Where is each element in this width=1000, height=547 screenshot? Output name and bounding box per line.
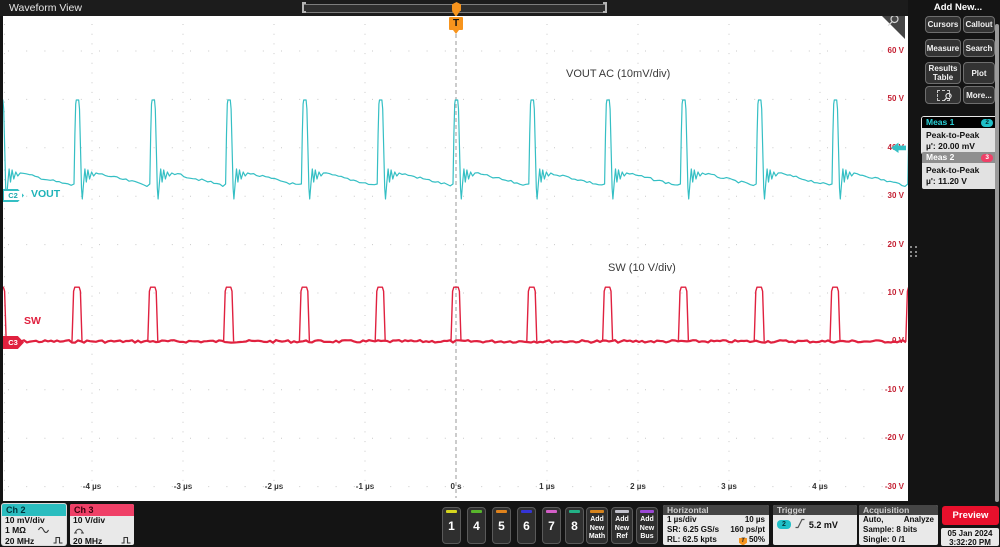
time-text: 3:32:20 PM bbox=[949, 538, 991, 547]
trigger-source-badge: 2 bbox=[777, 520, 791, 529]
rising-edge-icon bbox=[795, 518, 805, 531]
datetime-display: 05 Jan 2024 3:32:20 PM bbox=[941, 528, 999, 547]
horizontal-scale: 1 µs/div bbox=[667, 515, 697, 524]
measure-button[interactable]: Measure bbox=[925, 39, 961, 57]
ch3-scale: 10 V/div bbox=[73, 515, 106, 525]
record-length: RL: 62.5 kpts bbox=[667, 535, 717, 545]
add-new-bus-button[interactable]: Add New Bus bbox=[636, 507, 658, 544]
waveform-canvas[interactable] bbox=[3, 16, 908, 501]
channel-5-button[interactable]: 5 bbox=[492, 507, 511, 544]
measurement-badge-meas2[interactable]: Meas 2 3 Peak-to-Peak µ': 11.20 V bbox=[922, 152, 997, 189]
trigger-level: 5.2 mV bbox=[808, 519, 838, 530]
callout-button[interactable]: Callout bbox=[963, 16, 995, 33]
trigger-flag[interactable]: T bbox=[449, 17, 463, 34]
acquisition-mode: Auto, bbox=[863, 515, 884, 524]
overview-left-bracket-icon[interactable] bbox=[302, 2, 306, 13]
meas2-value: µ': 11.20 V bbox=[926, 175, 967, 186]
sw-trace-label: SW bbox=[24, 315, 41, 327]
plot-button[interactable]: Plot bbox=[963, 62, 995, 84]
oscilloscope-app: Waveform View 60 V 50 V 40 V 30 V 20 V 1… bbox=[0, 0, 1000, 547]
trigger-level-arrow-icon bbox=[891, 142, 906, 153]
ch3-bandwidth: 20 MHz bbox=[73, 535, 103, 545]
acquisition-title: Acquisition bbox=[859, 505, 938, 515]
trigger-badge[interactable]: Trigger 2 5.2 mV bbox=[773, 505, 857, 545]
meas1-name: Meas 1 bbox=[926, 117, 955, 127]
panel-divider-grip[interactable] bbox=[910, 246, 917, 257]
overview-right-bracket-icon[interactable] bbox=[603, 2, 607, 13]
ac-sine-icon bbox=[38, 526, 49, 537]
date-text: 05 Jan 2024 bbox=[947, 529, 993, 538]
acquisition-analyze: Analyze bbox=[903, 515, 934, 524]
acquisition-badge[interactable]: Acquisition Auto, Analyze Sample: 8 bits… bbox=[859, 505, 938, 545]
more-button[interactable]: More... bbox=[963, 86, 995, 104]
meas2-type: Peak-to-Peak bbox=[926, 165, 980, 175]
measurement-badge-meas1[interactable]: Meas 1 2 Peak-to-Peak µ': 20.00 mV bbox=[922, 117, 997, 154]
channel-1-button[interactable]: 1 bbox=[442, 507, 461, 544]
trigger-title: Trigger bbox=[773, 505, 857, 515]
acquisition-single: Single: 0 /1 bbox=[863, 534, 906, 544]
channel-4-button[interactable]: 4 bbox=[467, 507, 486, 544]
waveform-plot[interactable]: 60 V 50 V 40 V 30 V 20 V 10 V 0 V -10 V … bbox=[3, 16, 908, 501]
results-table-button[interactable]: Results Table bbox=[925, 62, 961, 84]
bottom-bar: Ch 2 10 mV/div 1 MΩ 20 MHz Ch 3 10 V/div bbox=[0, 502, 1000, 547]
add-new-header: Add New... bbox=[933, 2, 983, 13]
add-new-math-button[interactable]: Add New Math bbox=[586, 507, 608, 544]
channel-7-button[interactable]: 7 bbox=[542, 507, 561, 544]
search-button[interactable]: Search bbox=[963, 39, 995, 57]
resolution: 160 ps/pt bbox=[730, 524, 765, 534]
sidebar-scrollbar[interactable] bbox=[995, 24, 999, 502]
meas1-type: Peak-to-Peak bbox=[926, 130, 980, 140]
horizontal-badge[interactable]: Horizontal 1 µs/div 10 µs SR: 6.25 GS/s … bbox=[663, 505, 769, 545]
channel-badge-ch3[interactable]: Ch 3 10 V/div 20 MHz bbox=[70, 504, 134, 545]
ch2-impedance: 1 MΩ bbox=[5, 525, 26, 535]
acquisition-sample: Sample: 8 bits bbox=[863, 524, 918, 534]
meas2-source-badge: 3 bbox=[981, 153, 993, 162]
zoom-overlay-icon bbox=[936, 89, 952, 101]
preview-button[interactable]: Preview bbox=[942, 506, 999, 525]
trigger-position-icon: T bbox=[738, 537, 747, 545]
channel-8-button[interactable]: 8 bbox=[565, 507, 584, 544]
sample-rate: SR: 6.25 GS/s bbox=[667, 524, 720, 534]
bandwidth-icon bbox=[53, 536, 63, 545]
vout-trace-label: VOUT bbox=[31, 188, 61, 200]
probe-icon bbox=[73, 526, 85, 537]
draw-zoom-box-button[interactable] bbox=[925, 86, 961, 104]
sidebar: Add New... Cursors Callout Measure Searc… bbox=[919, 0, 1000, 503]
meas1-value: µ': 20.00 mV bbox=[926, 140, 975, 151]
meas2-name: Meas 2 bbox=[926, 152, 955, 162]
ch2-bandwidth: 20 MHz bbox=[5, 535, 35, 545]
horizontal-title: Horizontal bbox=[663, 505, 769, 515]
horizontal-position: 50% bbox=[748, 534, 765, 544]
window-title: Waveform View bbox=[9, 2, 82, 14]
bandwidth-icon bbox=[121, 536, 131, 545]
add-new-ref-button[interactable]: Add New Ref bbox=[611, 507, 633, 544]
horizontal-window: 10 µs bbox=[744, 515, 765, 524]
channel-badge-ch2[interactable]: Ch 2 10 mV/div 1 MΩ 20 MHz bbox=[2, 504, 66, 545]
cursors-button[interactable]: Cursors bbox=[925, 16, 961, 33]
meas1-source-badge: 2 bbox=[981, 118, 993, 127]
channel-6-button[interactable]: 6 bbox=[517, 507, 536, 544]
